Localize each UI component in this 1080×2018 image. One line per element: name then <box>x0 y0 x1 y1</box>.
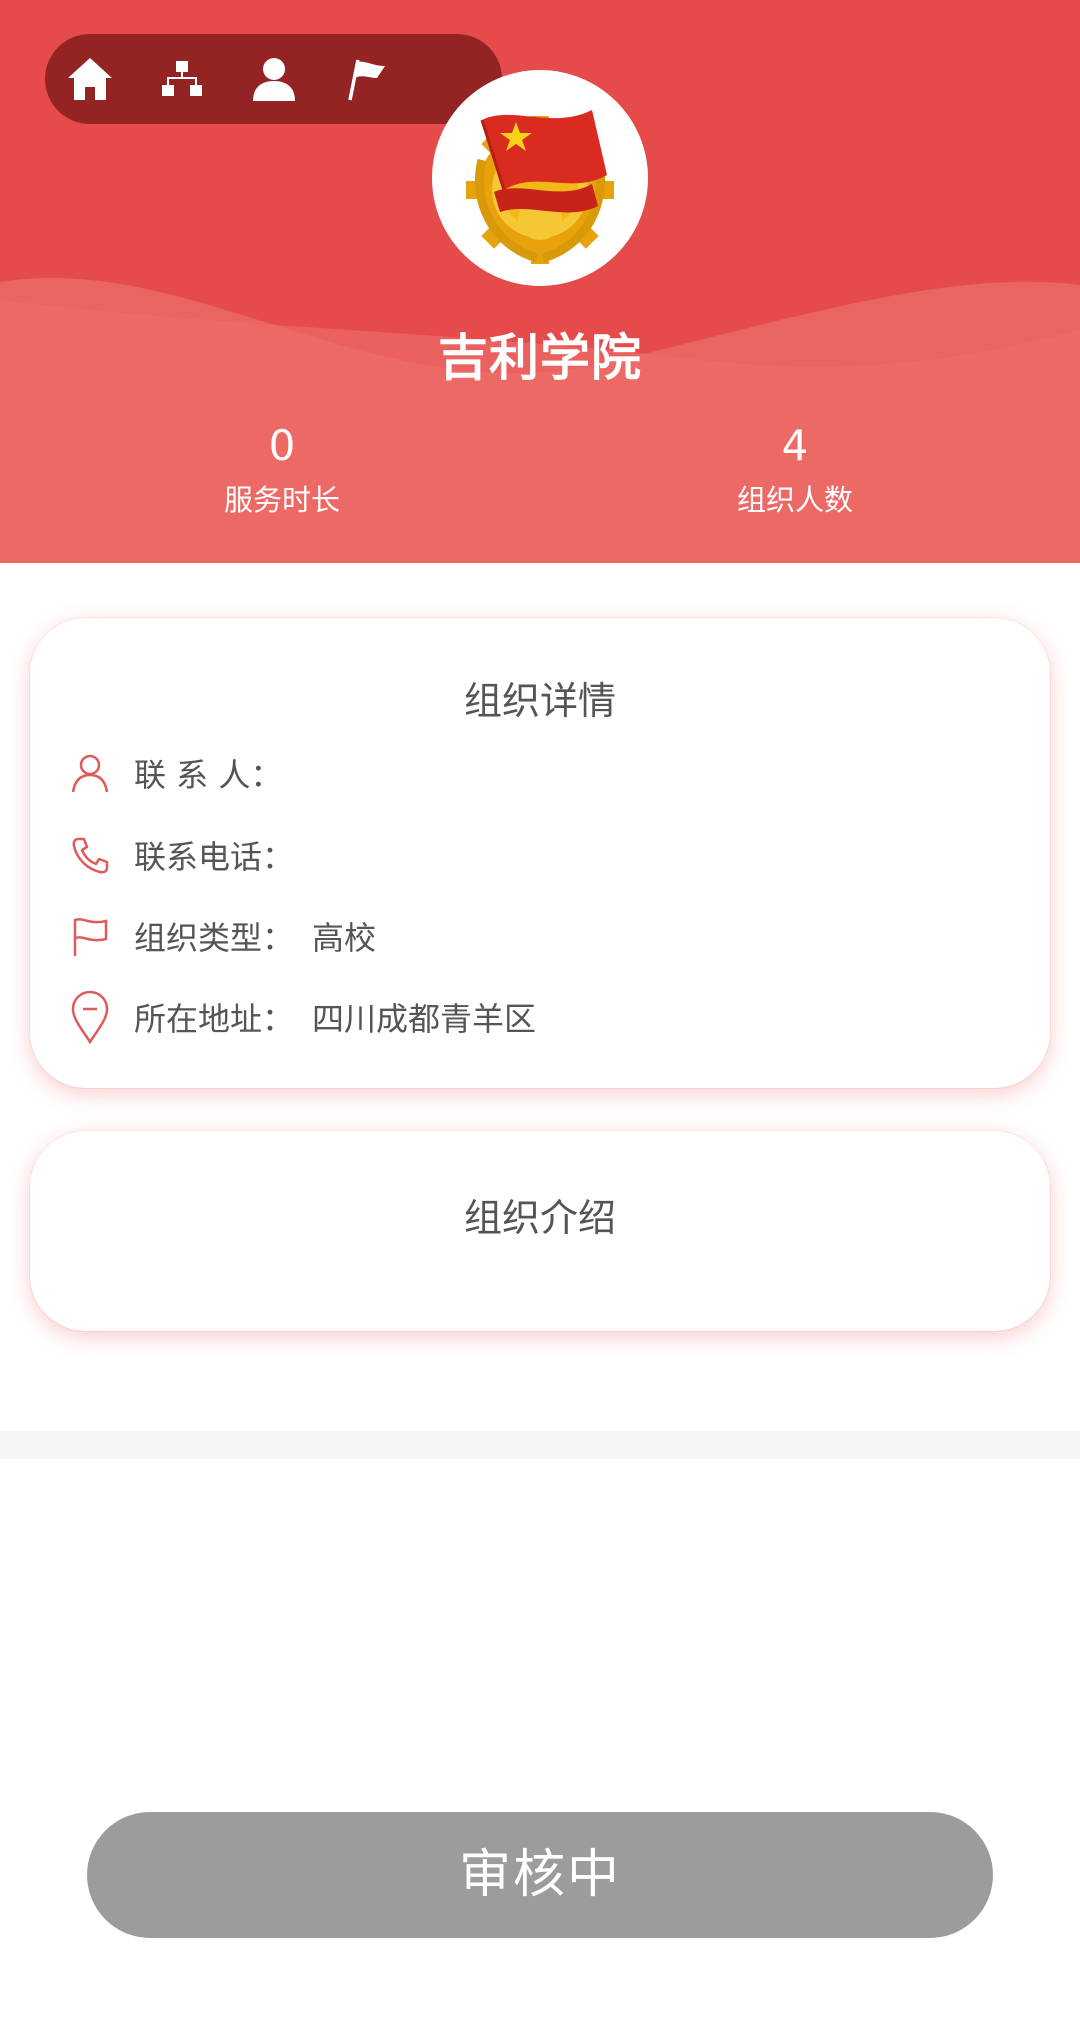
contact-person-row: 联 系 人： <box>68 748 300 798</box>
org-type-value: 高校 <box>312 919 377 957</box>
org-intro-card: 组织介绍 <box>30 1131 1050 1331</box>
stat-value: 4 <box>781 421 809 470</box>
contact-phone-label: 联系电话： <box>134 838 295 876</box>
contact-phone-row: 联系电话： <box>68 830 312 880</box>
section-divider <box>0 1431 1080 1459</box>
stat-member-count: 4 组织人数 <box>645 420 945 520</box>
intro-card-title: 组织介绍 <box>463 1196 616 1240</box>
org-type-label: 组织类型： <box>134 919 295 957</box>
stat-value: 0 <box>268 421 296 470</box>
org-details-card: 组织详情 联 系 人： 联系电话： 组织类型： 高校 所在地址： 四川成都青羊区 <box>30 618 1050 1088</box>
org-avatar <box>432 70 648 286</box>
address-label: 所在地址： <box>134 1000 295 1038</box>
org-tree-icon[interactable] <box>157 54 207 104</box>
floating-nav-bar <box>45 34 502 124</box>
youth-league-emblem-icon <box>466 110 614 264</box>
phone-icon <box>68 830 112 880</box>
person-icon <box>68 748 112 798</box>
details-card-title: 组织详情 <box>463 679 616 723</box>
flag-outline-icon <box>68 911 112 961</box>
address-value: 四川成都青羊区 <box>312 1000 537 1038</box>
contact-person-label: 联 系 人： <box>134 756 283 794</box>
home-icon[interactable] <box>65 54 115 104</box>
header-banner: 吉利学院 0 服务时长 4 组织人数 <box>0 0 1080 563</box>
address-row: 所在地址： 四川成都青羊区 <box>68 990 537 1044</box>
location-pin-icon <box>68 990 112 1044</box>
org-detail-page: 吉利学院 0 服务时长 4 组织人数 组织详情 联 系 人： 联系电话： 组织类… <box>0 0 1080 2018</box>
org-type-row: 组织类型： 高校 <box>68 911 376 961</box>
stat-label: 组织人数 <box>736 483 853 517</box>
org-name: 吉利学院 <box>438 329 642 387</box>
review-status-button[interactable]: 审核中 <box>87 1812 993 1938</box>
stat-label: 服务时长 <box>223 483 340 517</box>
user-icon[interactable] <box>249 54 299 104</box>
flag-icon[interactable] <box>341 54 391 104</box>
stat-service-hours: 0 服务时长 <box>132 420 432 520</box>
